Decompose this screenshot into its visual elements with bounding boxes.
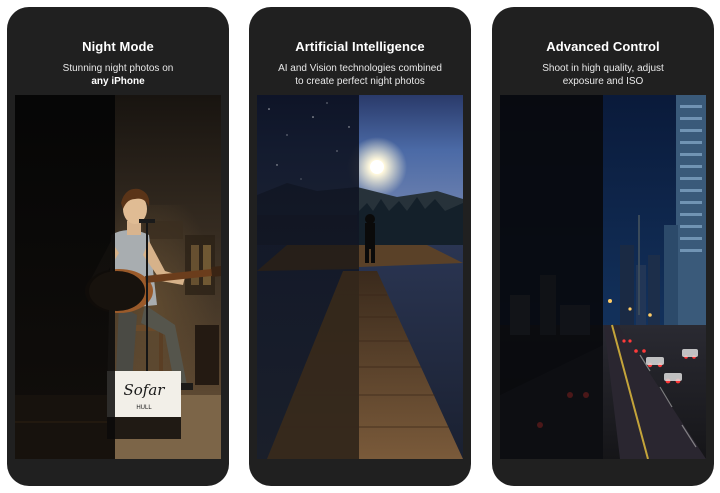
subtitle-line: Stunning night photos on <box>62 63 174 74</box>
subtitle-line: to create perfect night photos <box>295 76 425 87</box>
card-title: Artificial Intelligence <box>295 39 425 54</box>
sign-logo-subtext: HULL <box>136 405 152 411</box>
subtitle-line-bold: any iPhone <box>91 76 145 87</box>
app-store-screenshots: Night Mode Stunning night photos on any … <box>0 0 720 493</box>
card-title: Night Mode <box>82 39 154 54</box>
subtitle-line: exposure and ISO <box>562 76 644 87</box>
card-subtitle: Shoot in high quality, adjust exposure a… <box>492 62 714 88</box>
card-subtitle: Stunning night photos on any iPhone <box>7 62 229 88</box>
city-street-photo <box>500 95 706 459</box>
advanced-control-card: Advanced Control Shoot in high quality, … <box>492 7 714 486</box>
sign-logo-text: Sofar <box>124 381 166 399</box>
guitarist-photo: Sofar HULL <box>15 95 221 459</box>
subtitle-line: AI and Vision technologies combined <box>278 63 442 74</box>
artificial-intelligence-card: Artificial Intelligence AI and Vision te… <box>249 7 471 486</box>
card-title: Advanced Control <box>546 39 660 54</box>
subtitle-line: Shoot in high quality, adjust <box>542 63 664 74</box>
card-subtitle: AI and Vision technologies combined to c… <box>249 62 471 88</box>
dock-photo <box>257 95 463 459</box>
night-mode-card: Night Mode Stunning night photos on any … <box>7 7 229 486</box>
